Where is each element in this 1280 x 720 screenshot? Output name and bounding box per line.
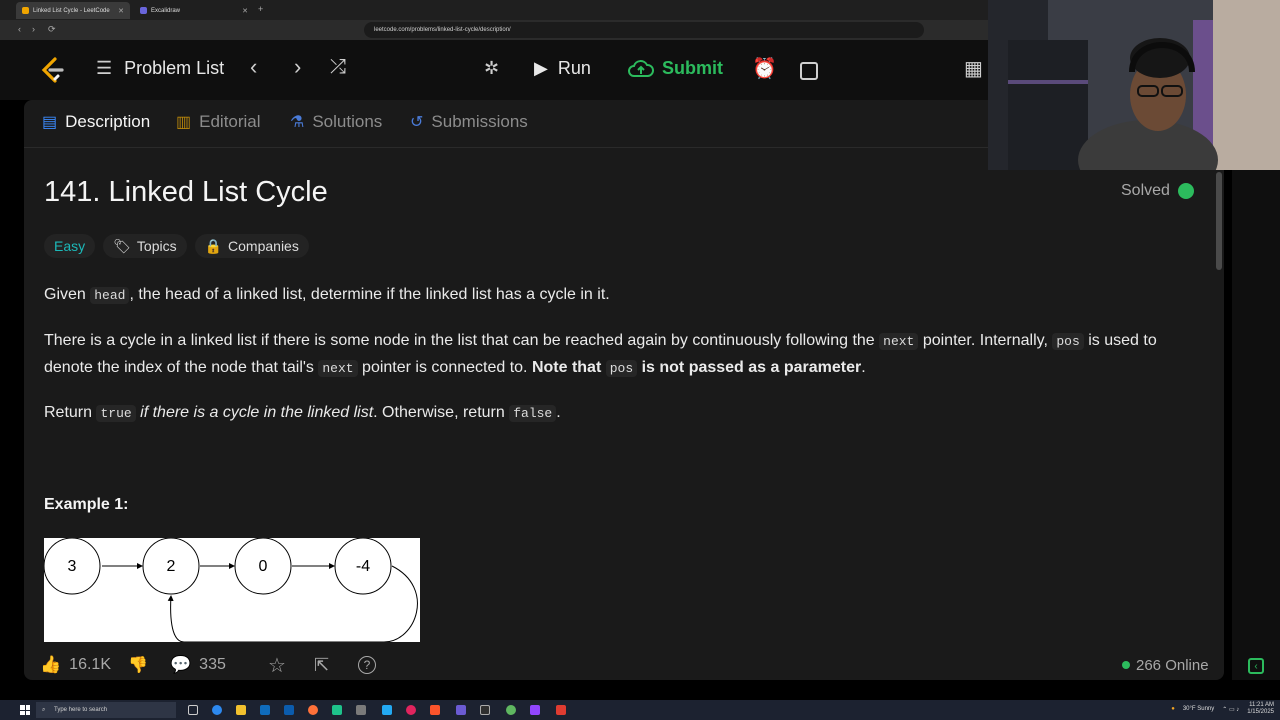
app-icon[interactable] xyxy=(332,705,342,715)
tab-description[interactable]: ▤ Description xyxy=(42,112,150,132)
play-icon: ▶ xyxy=(534,58,548,78)
cloud-upload-icon xyxy=(628,59,654,77)
close-tab-icon[interactable]: ✕ xyxy=(242,7,248,15)
companies-badge[interactable]: 🔒 Companies xyxy=(194,234,309,258)
back-icon[interactable]: ‹ xyxy=(18,24,21,34)
solved-status: Solved xyxy=(1121,182,1194,200)
lock-icon: 🔒 xyxy=(204,237,223,254)
webcam-image xyxy=(988,0,1280,170)
app-icon[interactable] xyxy=(556,705,566,715)
store-icon[interactable] xyxy=(260,705,270,715)
help-icon[interactable]: ? xyxy=(358,656,376,674)
right-panel-strip: ‹ xyxy=(1232,170,1280,680)
share-icon[interactable]: ⇱ xyxy=(314,655,329,676)
app-icon[interactable] xyxy=(530,705,540,715)
topics-badge[interactable]: 🏷 Topics xyxy=(103,234,187,258)
history-icon: ↺ xyxy=(410,114,424,131)
layout-grid-icon[interactable]: ▦ xyxy=(964,56,983,81)
problem-badges: Easy 🏷 Topics 🔒 Companies xyxy=(44,234,309,258)
list-icon: ☰ xyxy=(96,58,113,78)
difficulty-badge[interactable]: Easy xyxy=(44,234,96,258)
system-tray: ● 30°F Sunny ⌃ ▭ ♪ 11:21 AM 1/15/2025 xyxy=(1171,702,1274,716)
expand-panel-icon[interactable]: ‹ xyxy=(1248,658,1264,674)
mail-icon[interactable] xyxy=(284,705,294,715)
app-icon[interactable] xyxy=(406,705,416,715)
tray-icons[interactable]: ⌃ ▭ ♪ xyxy=(1222,706,1239,713)
new-tab-icon[interactable]: + xyxy=(258,4,263,14)
node-value: -4 xyxy=(356,558,370,575)
file-explorer-icon[interactable] xyxy=(236,705,246,715)
linked-list-diagram: 3 2 0 -4 xyxy=(44,538,420,642)
leetcode-logo-icon[interactable] xyxy=(38,56,66,84)
tab-editorial[interactable]: ▥ Editorial xyxy=(176,112,261,132)
tag-icon: 🏷 xyxy=(113,237,131,254)
app-icon[interactable] xyxy=(480,705,490,715)
webcam-overlay xyxy=(988,0,1280,170)
description-paragraph-1: Given head, the head of a linked list, d… xyxy=(44,286,610,304)
debug-icon[interactable]: ✲ xyxy=(484,58,499,79)
browser-tab-leetcode[interactable]: Linked List Cycle - LeetCode ✕ xyxy=(16,2,130,19)
description-paragraph-2: There is a cycle in a linked list if the… xyxy=(44,332,1157,377)
online-dot-icon xyxy=(1122,661,1130,669)
alarm-clock-icon[interactable]: ⏰ xyxy=(752,56,777,81)
like-button[interactable]: 👍 16.1K xyxy=(40,655,111,675)
tab-submissions[interactable]: ↺ Submissions xyxy=(410,112,528,132)
description-paragraph-3: Return true if there is a cycle in the l… xyxy=(44,404,561,422)
edge-icon[interactable] xyxy=(212,705,222,715)
online-count: 266 Online xyxy=(1122,657,1209,674)
vscode-icon[interactable] xyxy=(382,705,392,715)
document-icon: ▤ xyxy=(42,114,58,131)
shuffle-icon[interactable]: ⤮ xyxy=(330,56,346,79)
tab-solutions[interactable]: ⚗ Solutions xyxy=(290,112,382,132)
submit-button[interactable]: Submit xyxy=(628,58,723,79)
thumbs-up-icon: 👍 xyxy=(40,655,62,674)
weather-icon: ● xyxy=(1171,706,1175,712)
node-value: 2 xyxy=(167,558,176,575)
obsidian-icon[interactable] xyxy=(456,705,466,715)
comments-button[interactable]: 💬 335 xyxy=(170,655,226,675)
firefox-icon[interactable] xyxy=(308,705,318,715)
flask-icon: ⚗ xyxy=(290,114,305,131)
browser-tab-excalidraw[interactable]: Excalidraw ✕ xyxy=(134,2,254,19)
close-tab-icon[interactable]: ✕ xyxy=(118,7,124,15)
description-panel: ▤ Description ▥ Editorial ⚗ Solutions ↺ … xyxy=(24,100,1224,680)
reload-icon[interactable]: ⟳ xyxy=(48,24,56,35)
panel-scrollbar[interactable] xyxy=(1216,172,1222,270)
panel-footer: 👍 16.1K 👎 💬 335 ☆ ⇱ ? 266 Online xyxy=(24,646,1224,684)
problem-title: 141. Linked List Cycle xyxy=(44,176,328,208)
book-icon: ▥ xyxy=(176,114,192,131)
excalidraw-favicon-icon xyxy=(140,7,147,14)
search-icon: ⌕ xyxy=(42,706,46,713)
node-value: 3 xyxy=(68,558,77,575)
solved-check-icon xyxy=(1177,183,1194,199)
comment-icon: 💬 xyxy=(170,655,192,674)
app-icon[interactable] xyxy=(506,705,516,715)
forward-icon[interactable]: › xyxy=(32,24,35,34)
clock[interactable]: 11:21 AM 1/15/2025 xyxy=(1247,702,1274,716)
notes-icon[interactable] xyxy=(800,62,818,80)
url-field[interactable]: leetcode.com/problems/linked-list-cycle/… xyxy=(364,22,924,38)
taskbar-search[interactable]: ⌕ Type here to search xyxy=(36,702,176,718)
problem-list-button[interactable]: ☰ Problem List xyxy=(96,58,224,79)
thumbs-down-icon[interactable]: 👎 xyxy=(128,655,148,675)
brave-icon[interactable] xyxy=(430,705,440,715)
star-icon[interactable]: ☆ xyxy=(268,653,286,678)
app-icon[interactable] xyxy=(356,705,366,715)
prev-problem-icon[interactable]: ‹ xyxy=(250,54,257,80)
task-view-icon[interactable] xyxy=(188,705,198,715)
windows-start-icon[interactable] xyxy=(20,705,30,715)
run-button[interactable]: ▶ Run xyxy=(534,58,591,79)
leetcode-favicon-icon xyxy=(22,7,29,14)
windows-taskbar: ⌕ Type here to search ● 30°F Sunny ⌃ ▭ ♪… xyxy=(0,700,1280,720)
next-problem-icon[interactable]: › xyxy=(294,54,301,80)
node-value: 0 xyxy=(259,558,268,575)
example-title: Example 1: xyxy=(44,496,129,513)
